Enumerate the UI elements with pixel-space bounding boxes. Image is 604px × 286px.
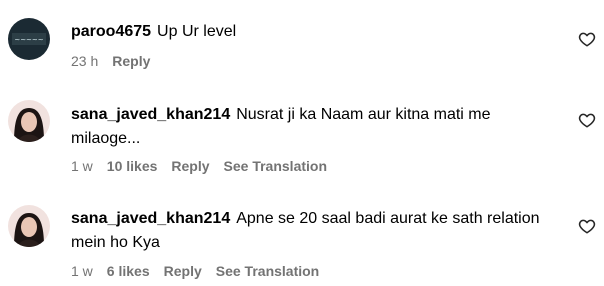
reply-button[interactable]: Reply xyxy=(112,53,150,69)
comment-body: sana_javed_khan214 Apne se 20 saal badi a… xyxy=(71,207,551,255)
comment-username[interactable]: paroo4675 xyxy=(71,23,151,40)
avatar[interactable] xyxy=(8,205,50,247)
comment-time[interactable]: 1 w xyxy=(71,263,93,279)
heart-outline-icon[interactable] xyxy=(578,30,596,48)
comment-meta: 1 w 10 likes Reply See Translation xyxy=(71,158,327,174)
svg-text:~~~~~: ~~~~~ xyxy=(14,36,43,44)
avatar[interactable]: ~~~~~ xyxy=(8,18,50,60)
reply-button[interactable]: Reply xyxy=(171,158,209,174)
comment-meta: 1 w 6 likes Reply See Translation xyxy=(71,263,319,279)
comment-username[interactable]: sana_javed_khan214 xyxy=(71,106,230,123)
comment-text: Up Ur level xyxy=(157,23,237,40)
heart-outline-icon[interactable] xyxy=(578,217,596,235)
comment-time[interactable]: 1 w xyxy=(71,158,93,174)
comment-body: paroo4675 Up Ur level xyxy=(71,20,551,44)
see-translation-button[interactable]: See Translation xyxy=(224,158,327,174)
comment-meta: 23 h Reply xyxy=(71,53,150,69)
comment-body: sana_javed_khan214 Nusrat ji ka Naam aur … xyxy=(71,103,551,151)
likes-count[interactable]: 6 likes xyxy=(107,263,150,279)
reply-button[interactable]: Reply xyxy=(164,263,202,279)
avatar[interactable] xyxy=(8,100,50,142)
likes-count[interactable]: 10 likes xyxy=(107,158,158,174)
see-translation-button[interactable]: See Translation xyxy=(216,263,319,279)
comment-time[interactable]: 23 h xyxy=(71,53,98,69)
heart-outline-icon[interactable] xyxy=(578,111,596,129)
comment-username[interactable]: sana_javed_khan214 xyxy=(71,210,230,227)
